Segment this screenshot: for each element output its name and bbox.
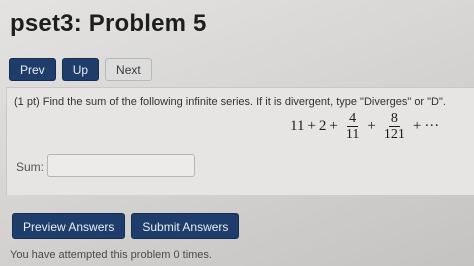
plus-sign: + <box>329 117 338 134</box>
fraction-denominator: 11 <box>345 126 360 142</box>
preview-answers-button[interactable]: Preview Answers <box>12 213 126 239</box>
next-button[interactable]: Next <box>105 58 152 81</box>
fraction-numerator: 4 <box>347 110 359 127</box>
submit-answers-button[interactable]: Submit Answers <box>131 213 240 239</box>
problem-nav: Prev Up Next <box>9 58 152 81</box>
sum-label: Sum: <box>16 160 45 174</box>
series-ellipsis: ··· <box>424 117 440 134</box>
series-term-2: 2 <box>318 117 327 134</box>
series-fraction-2: 8 121 <box>382 111 407 142</box>
plus-sign: + <box>307 117 316 134</box>
series-expression: 11 + 2 + 4 11 + 8 121 + ··· <box>290 106 439 146</box>
sum-input[interactable] <box>47 154 195 177</box>
attempts-status: You have attempted this problem 0 times. <box>10 249 212 261</box>
plus-sign: + <box>367 117 376 134</box>
series-fraction-1: 4 11 <box>344 111 361 142</box>
fraction-denominator: 121 <box>383 126 405 142</box>
plus-sign: + <box>412 117 422 134</box>
up-button[interactable]: Up <box>61 58 100 81</box>
prev-button[interactable]: Prev <box>9 58 56 81</box>
series-term-1: 11 <box>290 117 305 134</box>
page-title: pset3: Problem 5 <box>10 10 207 37</box>
fraction-numerator: 8 <box>388 110 400 127</box>
answer-actions: Preview Answers Submit Answers <box>12 213 240 239</box>
